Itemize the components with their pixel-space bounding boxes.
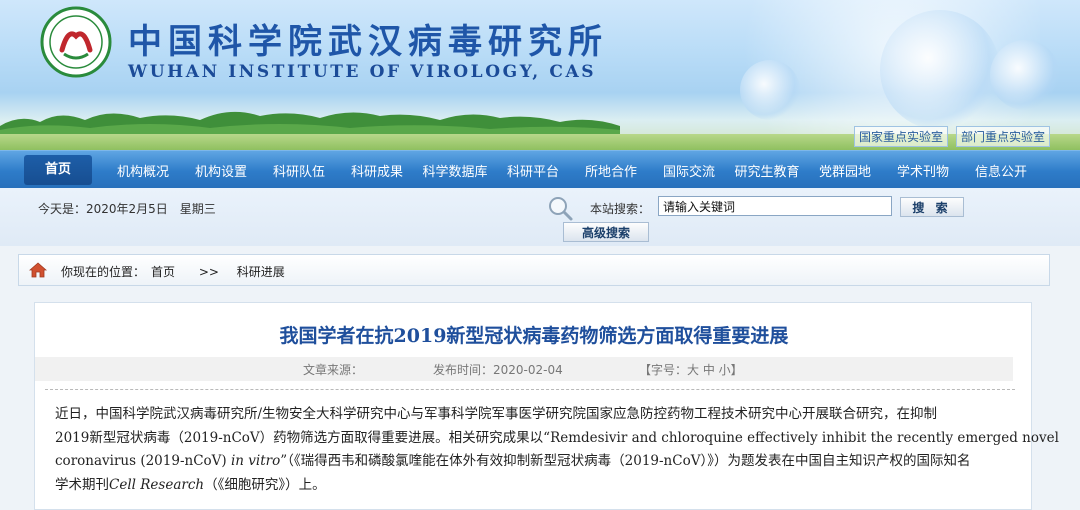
- article-line: 2019新型冠状病毒（2019-nCoV）药物筛选方面取得重要进展。相关研究成果…: [55, 429, 1059, 446]
- nav-item-international-exchange[interactable]: 国际交流: [650, 161, 728, 180]
- nav-item-party-garden[interactable]: 党群园地: [806, 161, 884, 180]
- nav-item-departments[interactable]: 机构设置: [182, 161, 260, 180]
- article-line: 学术期刊Cell Research（《细胞研究》）上。: [55, 476, 326, 493]
- department-key-lab-link[interactable]: 部门重点实验室: [955, 126, 1050, 147]
- article-body: 近日，中国科学院武汉病毒研究所/生物安全大科学研究中心与军事科学院军事医学研究院…: [55, 403, 1059, 497]
- article-panel: 我国学者在抗2019新型冠状病毒药物筛选方面取得重要进展 文章来源： 发布时间：…: [34, 302, 1059, 510]
- italic-in-vitro: in vitro: [230, 453, 281, 469]
- virus-decoration-icon: [880, 10, 1000, 130]
- divider: [45, 389, 1015, 390]
- date-search-bar: 今天是：2020年2月5日 星期三 本站搜索： 搜 索 高级搜索: [0, 188, 1080, 246]
- nav-item-overview[interactable]: 机构概况: [104, 161, 182, 180]
- nav-item-info-disclosure[interactable]: 信息公开: [962, 161, 1040, 180]
- tree-line-decoration: [0, 111, 620, 136]
- italic-journal-name: Cell Research: [109, 476, 205, 493]
- breadcrumb-home-link[interactable]: 首页: [151, 265, 175, 279]
- nav-item-home[interactable]: 首页: [24, 155, 92, 185]
- site-title-chinese: 中国科学院武汉病毒研究所: [128, 22, 608, 62]
- nav-item-science-database[interactable]: 科学数据库: [416, 161, 494, 180]
- search-input[interactable]: [658, 196, 892, 216]
- current-date: 今天是：2020年2月5日 星期三: [38, 202, 216, 216]
- nav-item-research-team[interactable]: 科研队伍: [260, 161, 338, 180]
- search-button[interactable]: 搜 索: [900, 197, 964, 217]
- nav-item-local-cooperation[interactable]: 所地合作: [572, 161, 650, 180]
- article-source: 文章来源：: [303, 363, 364, 377]
- font-size-switcher[interactable]: 【字号：大 中 小】: [639, 361, 743, 378]
- site-title-english: WUHAN INSTITUTE OF VIROLOGY, CAS: [128, 62, 597, 82]
- breadcrumb: 你现在的位置： 首页 >> 科研进展: [18, 254, 1050, 286]
- article-title: 我国学者在抗2019新型冠状病毒药物筛选方面取得重要进展: [279, 325, 789, 347]
- breadcrumb-prefix: 你现在的位置：: [61, 265, 146, 279]
- institute-logo-icon: [40, 6, 112, 78]
- virus-decoration-icon: [990, 40, 1060, 110]
- search-icon: [549, 197, 573, 221]
- nav-item-journals[interactable]: 学术刊物: [884, 161, 962, 180]
- article-line: 近日，中国科学院武汉病毒研究所/生物安全大科学研究中心与军事科学院军事医学研究院…: [55, 406, 938, 422]
- main-nav: 首页 机构概况 机构设置 科研队伍 科研成果 科学数据库 科研平台 所地合作 国…: [0, 150, 1080, 188]
- article-publish-time: 发布时间：2020-02-04: [433, 363, 563, 377]
- nav-item-graduate-education[interactable]: 研究生教育: [728, 161, 806, 180]
- lab-links: 国家重点实验室 部门重点实验室: [853, 126, 1050, 147]
- breadcrumb-current-link[interactable]: 科研进展: [237, 265, 285, 279]
- nav-item-research-platform[interactable]: 科研平台: [494, 161, 572, 180]
- article-line: coronavirus (2019-nCoV) in vitro”（《瑞得西韦和…: [55, 453, 971, 469]
- breadcrumb-separator: >>: [198, 265, 219, 279]
- header-banner: 中国科学院武汉病毒研究所 WUHAN INSTITUTE OF VIROLOGY…: [0, 0, 1080, 150]
- national-key-lab-link[interactable]: 国家重点实验室: [853, 126, 948, 147]
- search-label: 本站搜索：: [590, 202, 651, 216]
- advanced-search-button[interactable]: 高级搜索: [563, 222, 649, 242]
- home-icon: [29, 262, 47, 278]
- nav-item-research-results[interactable]: 科研成果: [338, 161, 416, 180]
- article-meta: 文章来源： 发布时间：2020-02-04 【字号：大 中 小】: [35, 357, 1013, 381]
- virus-decoration-icon: [740, 60, 800, 120]
